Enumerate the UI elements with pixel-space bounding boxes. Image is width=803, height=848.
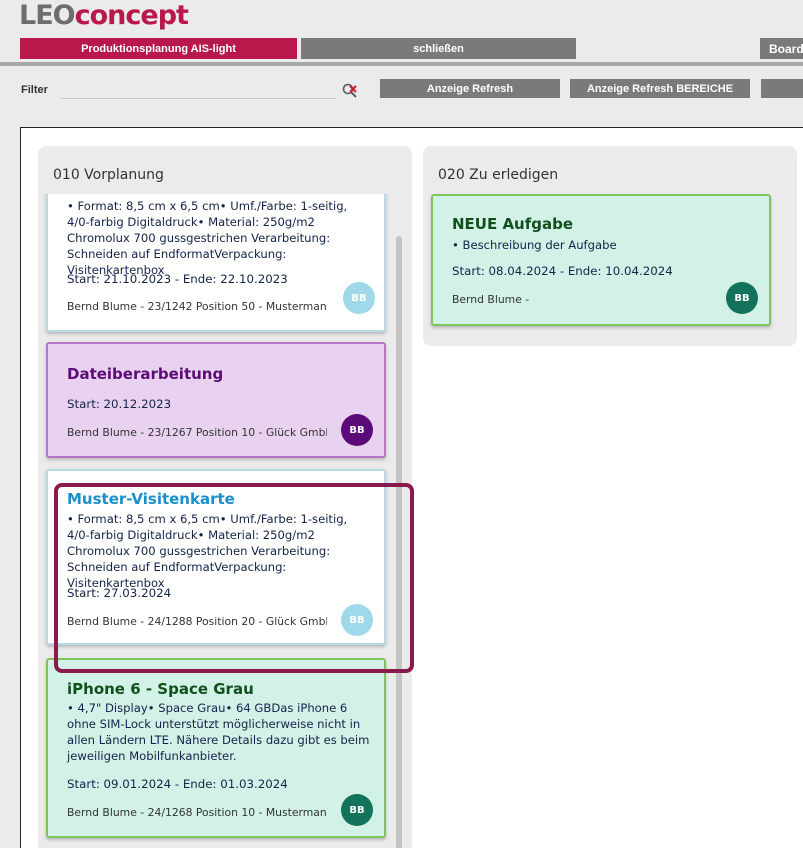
card-meta: Bernd Blume - [452, 293, 530, 306]
app-logo: LEOconcept [19, 0, 189, 31]
header-divider [0, 62, 803, 66]
column-title: 010 Vorplanung [53, 167, 164, 183]
task-card[interactable]: • Format: 8,5 cm x 6,5 cm• Umf./Farbe: 1… [46, 194, 386, 332]
card-description: • Format: 8,5 cm x 6,5 cm• Umf./Farbe: 1… [67, 199, 348, 277]
refresh-areas-button[interactable]: Anzeige Refresh BEREICHE [570, 79, 750, 98]
task-card[interactable]: NEUE Aufgabe • Beschreibung der Aufgabe … [431, 194, 771, 326]
card-meta: Bernd Blume - 24/1268 Position 10 - Must… [67, 806, 327, 819]
card-title: Dateiberarbeitung [67, 365, 224, 383]
column-title: 020 Zu erledigen [438, 167, 559, 183]
card-description: • Beschreibung der Aufgabe [452, 238, 617, 252]
card-title: iPhone 6 - Space Grau [67, 680, 254, 698]
card-dates: Start: 21.10.2023 - Ende: 22.10.2023 [67, 272, 288, 286]
refresh-button[interactable]: Anzeige Refresh [380, 79, 560, 98]
kanban-board: 010 Vorplanung • Format: 8,5 cm x 6,5 cm… [20, 127, 803, 848]
card-description: • 4,7" Display• Space Grau• 64 GBDas iPh… [67, 701, 370, 763]
card-title: NEUE Aufgabe [452, 215, 574, 233]
nav-board-button[interactable]: Board [760, 38, 803, 59]
task-card[interactable]: iPhone 6 - Space Grau • 4,7" Display• Sp… [46, 658, 386, 838]
clear-filter-icon[interactable] [341, 82, 359, 100]
card-dates: Start: 09.01.2024 - Ende: 01.03.2024 [67, 777, 288, 791]
nav-produktionsplanung-button[interactable]: Produktionsplanung AIS-light [20, 38, 297, 59]
column-vorplanung: 010 Vorplanung • Format: 8,5 cm x 6,5 cm… [38, 146, 414, 848]
filter-label: Filter [21, 84, 48, 96]
card-dates: Start: 20.12.2023 [67, 397, 172, 411]
card-meta: Bernd Blume - 23/1242 Position 50 - Must… [67, 300, 327, 313]
selected-card-highlight [54, 483, 414, 673]
column-zu-erledigen: 020 Zu erledigen NEUE Aufgabe • Beschrei… [423, 146, 797, 346]
avatar[interactable]: BB [341, 794, 373, 826]
logo-leo-text: LEO [19, 0, 76, 31]
more-actions-button[interactable] [761, 79, 803, 98]
filter-input[interactable] [61, 81, 336, 99]
card-meta: Bernd Blume - 23/1267 Position 10 - Glüc… [67, 426, 327, 439]
logo-concept-text: concept [74, 0, 189, 31]
avatar[interactable]: BB [726, 282, 758, 314]
nav-close-button[interactable]: schließen [301, 38, 576, 59]
card-dates: Start: 08.04.2024 - Ende: 10.04.2024 [452, 264, 673, 278]
task-card[interactable]: Dateiberarbeitung Start: 20.12.2023 Bern… [46, 342, 386, 458]
avatar[interactable]: BB [341, 414, 373, 446]
avatar[interactable]: BB [343, 282, 375, 314]
